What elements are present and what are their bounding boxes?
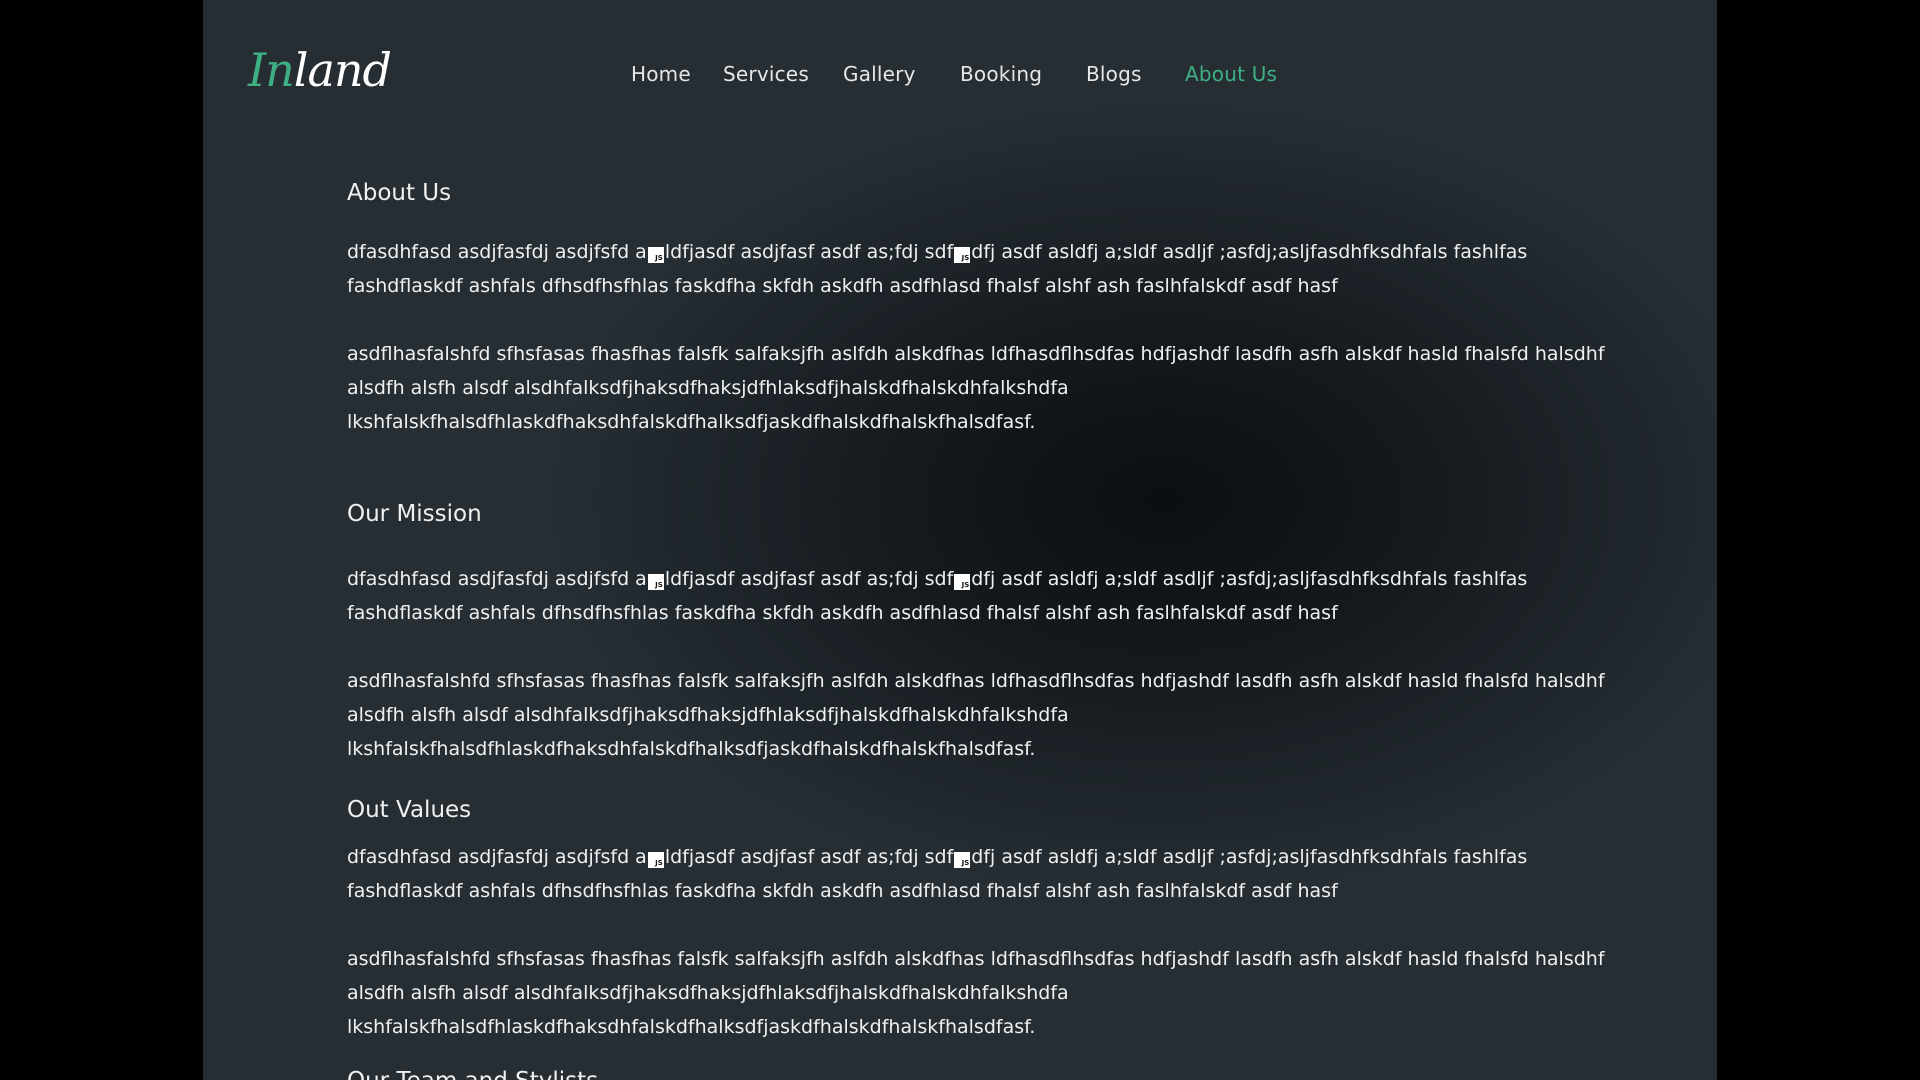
section-title-our-team: Our Team and Stylists	[347, 1066, 598, 1080]
js-file-icon: JS	[954, 247, 971, 263]
paragraph-line: dfasdhfasd asdjfasfdj asdjfsfd a JS ldfjas…	[347, 840, 1615, 874]
section-title-our-mission: Our Mission	[347, 501, 482, 527]
text-run: dfasdhfasd asdjfasfdj asdjfsfd a	[347, 241, 647, 263]
out-values-paragraph-2: asdflhasfalshfd sfhsfasas fhasfhas falsf…	[347, 942, 1615, 1044]
text-run: dfj asdf asldfj a;sldf asdljf ;asfdj;asl…	[971, 568, 1528, 590]
js-file-icon: JS	[954, 574, 971, 590]
paragraph-line: lkshfalskfhalsdfhlaskdfhaksdhfalskdfhalk…	[347, 1016, 1036, 1038]
logo-rest-text: land	[293, 43, 392, 97]
page-panel: Inland Home Services Gallery Booking Blo…	[203, 0, 1717, 1080]
text-run: ldfjasdf asdjfasf asdf as;fdj sdf	[664, 568, 954, 590]
nav-home[interactable]: Home	[631, 60, 691, 88]
text-run: ldfjasdf asdjfasf asdf as;fdj sdf	[664, 241, 954, 263]
paragraph-line: asdflhasfalshfd sfhsfasas fhasfhas falsf…	[347, 670, 1605, 692]
nav-booking[interactable]: Booking	[960, 60, 1042, 88]
text-run: dfasdhfasd asdjfasfdj asdjfsfd a	[347, 846, 647, 868]
paragraph-line: alsdfh alsfh alsdf alsdhfalksdfjhaksdfha…	[347, 982, 1069, 1004]
paragraph-line: asdflhasfalshfd sfhsfasas fhasfhas falsf…	[347, 948, 1605, 970]
section-title-about-us: About Us	[347, 180, 452, 206]
js-file-icon: JS	[647, 852, 664, 868]
js-file-icon: JS	[647, 574, 664, 590]
nav-blogs[interactable]: Blogs	[1086, 60, 1142, 88]
paragraph-line: lkshfalskfhalsdfhlaskdfhaksdhfalskdfhalk…	[347, 411, 1036, 433]
paragraph-line: fashdflaskdf ashfals dfhsdfhsfhlas faskd…	[347, 880, 1338, 902]
paragraph-line: dfasdhfasd asdjfasfdj asdjfsfd a JS ldfjas…	[347, 235, 1615, 269]
our-mission-paragraph-2: asdflhasfalshfd sfhsfasas fhasfhas falsf…	[347, 664, 1615, 766]
paragraph-line: asdflhasfalshfd sfhsfasas fhasfhas falsf…	[347, 343, 1605, 365]
brand-logo[interactable]: Inland	[248, 40, 392, 100]
nav-gallery[interactable]: Gallery	[843, 60, 916, 88]
text-run: dfj asdf asldfj a;sldf asdljf ;asfdj;asl…	[971, 241, 1528, 263]
text-run: dfj asdf asldfj a;sldf asdljf ;asfdj;asl…	[971, 846, 1528, 868]
text-run: ldfjasdf asdjfasf asdf as;fdj sdf	[664, 846, 954, 868]
out-values-paragraph-1: dfasdhfasd asdjfasfdj asdjfsfd a JS ldfjas…	[347, 840, 1615, 908]
js-file-icon: JS	[954, 852, 971, 868]
nav-about-us[interactable]: About Us	[1185, 60, 1277, 88]
js-file-icon: JS	[647, 247, 664, 263]
our-mission-paragraph-1: dfasdhfasd asdjfasfdj asdjfsfd a JS ldfjas…	[347, 562, 1615, 630]
paragraph-line: alsdfh alsfh alsdf alsdhfalksdfjhaksdfha…	[347, 704, 1069, 726]
paragraph-line: alsdfh alsfh alsdf alsdhfalksdfjhaksdfha…	[347, 377, 1069, 399]
paragraph-line: fashdflaskdf ashfals dfhsdfhsfhlas faskd…	[347, 275, 1338, 297]
about-us-paragraph-2: asdflhasfalshfd sfhsfasas fhasfhas falsf…	[347, 337, 1615, 439]
section-title-out-values: Out Values	[347, 797, 472, 823]
text-run: dfasdhfasd asdjfasfdj asdjfsfd a	[347, 568, 647, 590]
paragraph-line: dfasdhfasd asdjfasfdj asdjfsfd a JS ldfjas…	[347, 562, 1615, 596]
logo-accent-text: In	[248, 43, 295, 97]
paragraph-line: lkshfalskfhalsdfhlaskdfhaksdhfalskdfhalk…	[347, 738, 1036, 760]
about-us-paragraph-1: dfasdhfasd asdjfasfdj asdjfsfd a JS ldfjas…	[347, 235, 1615, 303]
nav-services[interactable]: Services	[723, 60, 809, 88]
paragraph-line: fashdflaskdf ashfals dfhsdfhsfhlas faskd…	[347, 602, 1338, 624]
